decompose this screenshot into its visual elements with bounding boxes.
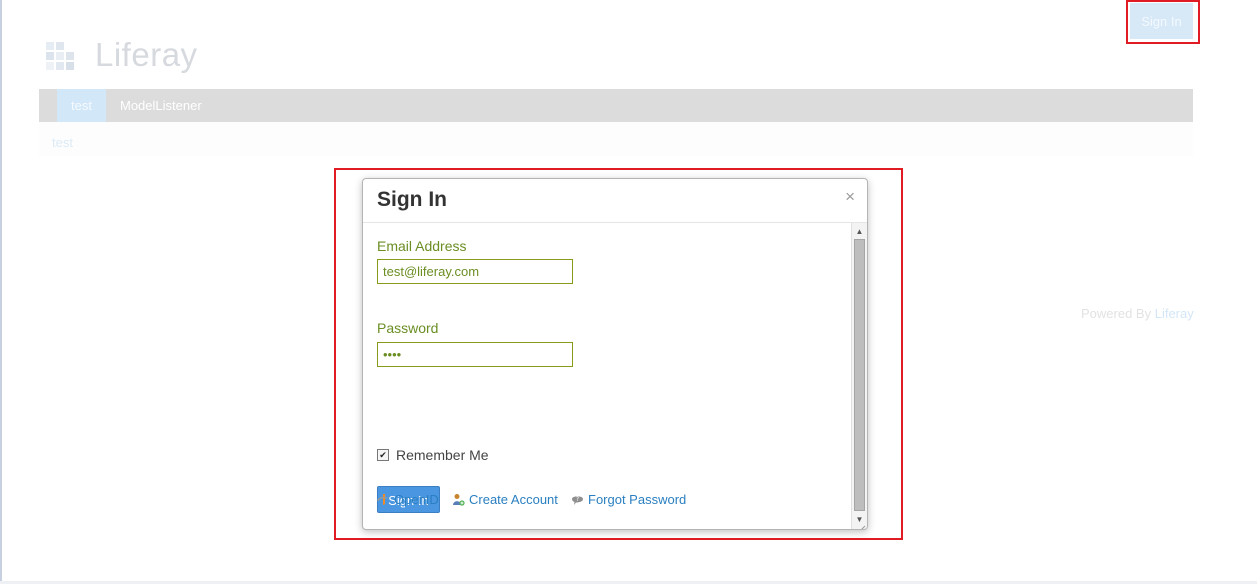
powered-by-link[interactable]: Liferay xyxy=(1155,306,1194,321)
forgot-password-link[interactable]: ? Forgot Password xyxy=(571,492,686,507)
top-signin-button[interactable]: Sign In xyxy=(1130,3,1193,39)
nav-item-test[interactable]: test xyxy=(57,89,106,122)
help-bubble-icon: ? xyxy=(571,493,584,506)
powered-by-label: Powered By xyxy=(1081,306,1152,321)
svg-text:?: ? xyxy=(576,496,579,503)
create-account-link-label: Create Account xyxy=(469,492,558,507)
openid-link-label: OpenID xyxy=(394,492,439,507)
dialog-title: Sign In xyxy=(377,188,447,211)
forgot-password-link-label: Forgot Password xyxy=(588,492,687,507)
email-field[interactable]: test@liferay.com xyxy=(377,259,573,284)
email-label: Email Address xyxy=(377,238,467,254)
signin-dialog: Sign In × Email Address test@liferay.com… xyxy=(362,178,868,530)
breadcrumb: test xyxy=(39,122,1193,156)
openid-icon xyxy=(377,493,390,506)
resize-grip-icon[interactable] xyxy=(858,520,866,529)
powered-by: Powered By Liferay xyxy=(1081,306,1194,321)
password-label: Password xyxy=(377,320,439,336)
close-icon: × xyxy=(845,187,855,206)
user-add-icon xyxy=(452,493,465,506)
remember-me-label: Remember Me xyxy=(396,447,489,463)
site-name[interactable]: Liferay xyxy=(95,36,198,74)
scroll-up-icon[interactable]: ▲ xyxy=(852,225,867,239)
navigation-bar: test ModelListener xyxy=(39,89,1193,122)
dialog-header: Sign In × xyxy=(363,179,867,223)
remember-me-checkbox[interactable]: ✔ xyxy=(377,449,389,461)
left-edge-rule xyxy=(0,0,2,584)
dialog-scrollbar[interactable]: ▲ ▼ xyxy=(851,223,867,529)
close-button[interactable]: × xyxy=(845,187,855,207)
openid-link[interactable]: OpenID xyxy=(377,492,439,507)
password-field[interactable]: •••• xyxy=(377,342,573,367)
nav-item-modellistener[interactable]: ModelListener xyxy=(106,89,216,122)
scrollbar-thumb[interactable] xyxy=(854,239,865,511)
liferay-logo[interactable] xyxy=(40,38,80,78)
create-account-link[interactable]: Create Account xyxy=(452,492,558,507)
dialog-body: Email Address test@liferay.com Password … xyxy=(363,223,851,529)
breadcrumb-link-test[interactable]: test xyxy=(52,135,73,150)
